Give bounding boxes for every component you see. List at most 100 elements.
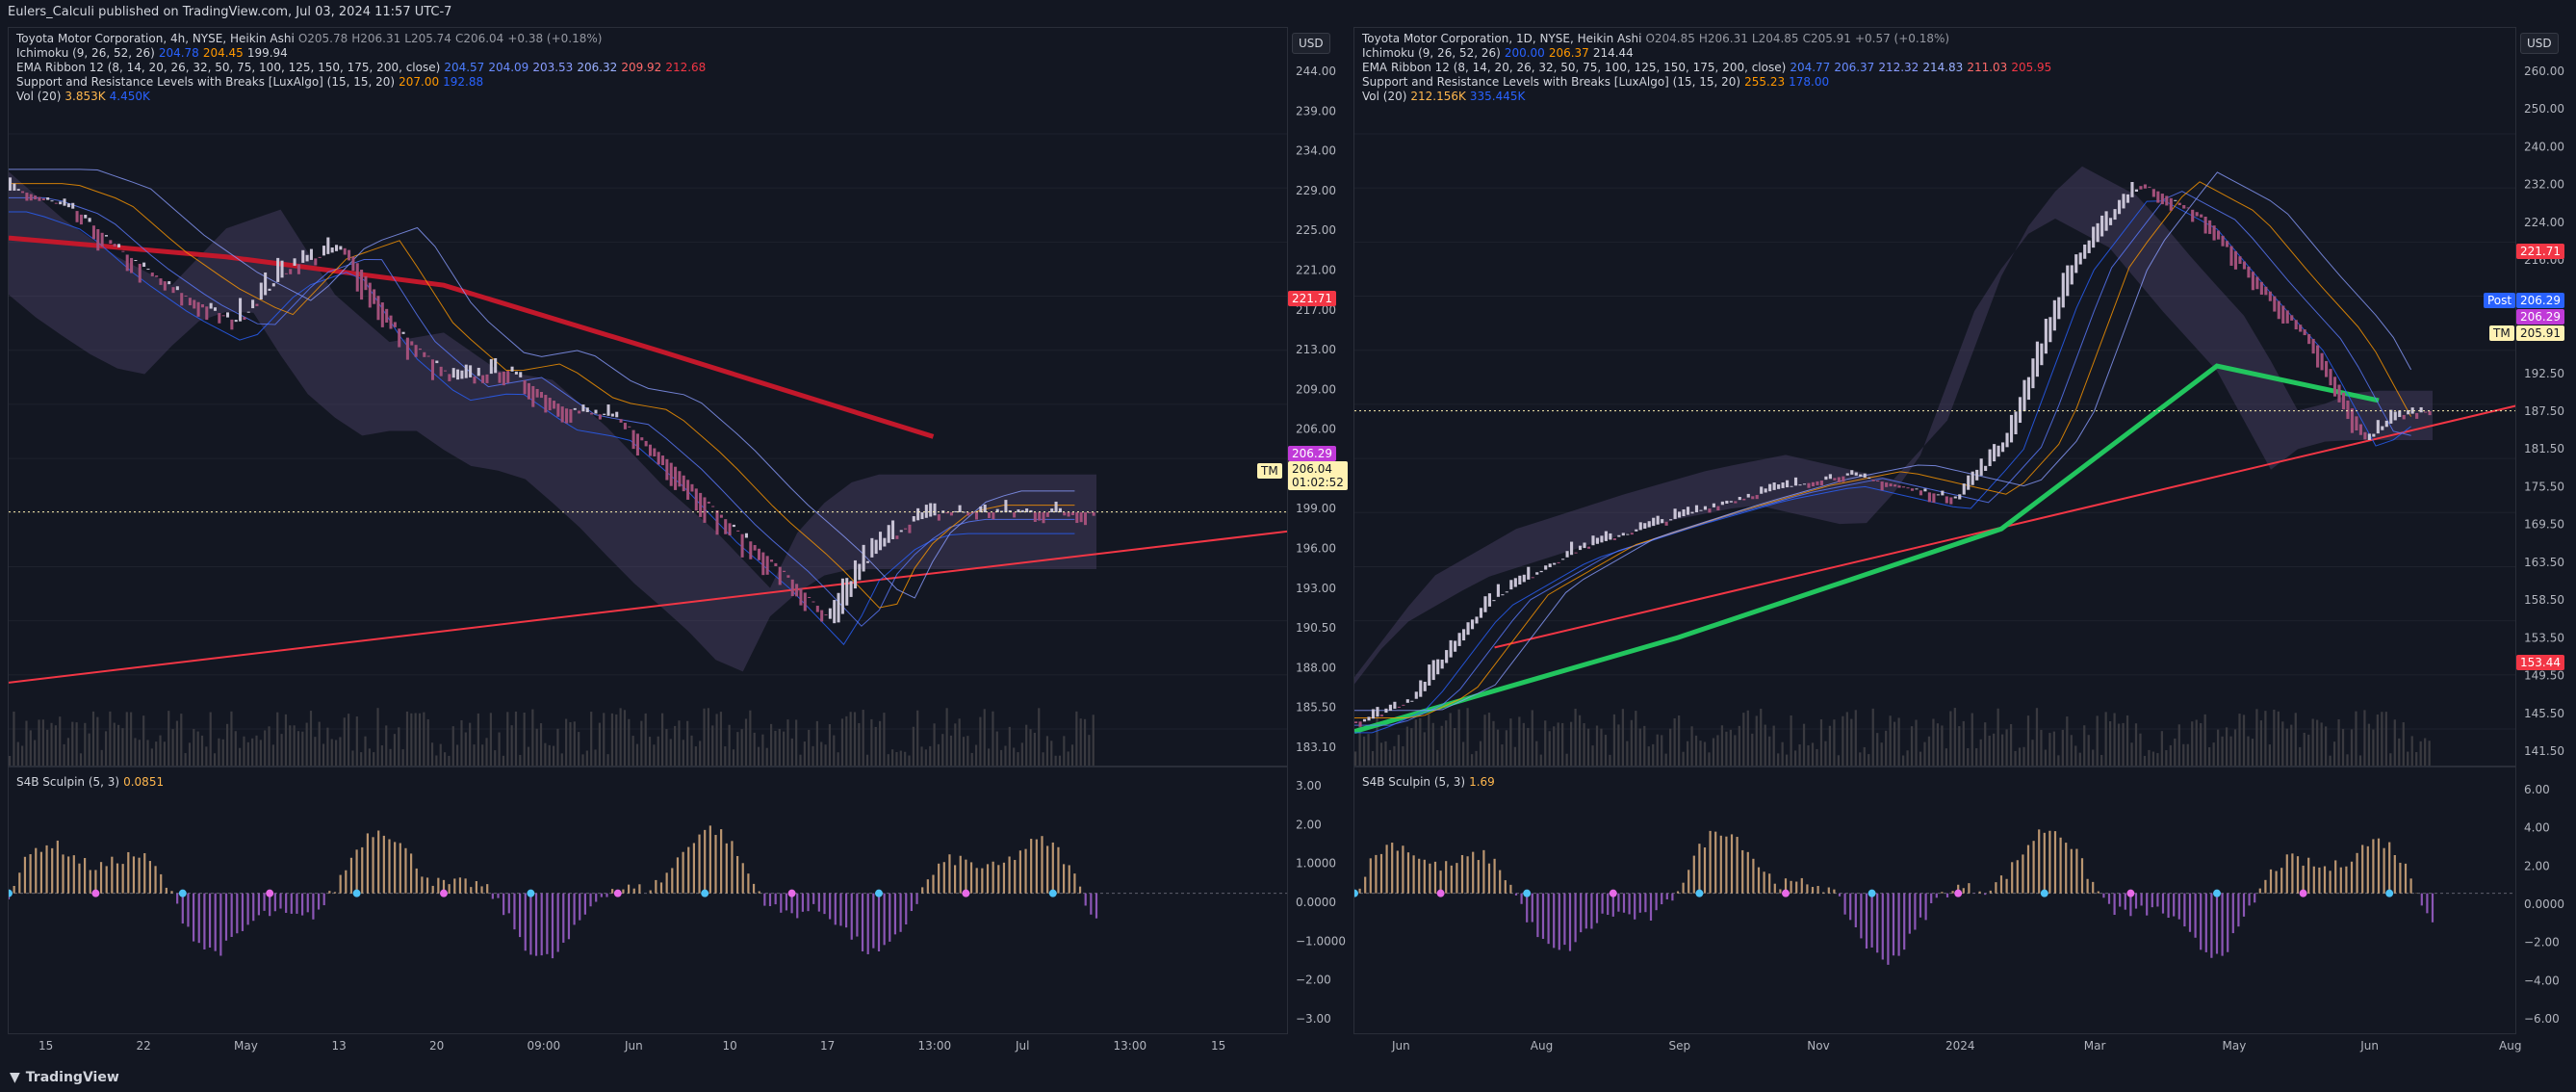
volume-bar [54,725,57,766]
volume-bar [1483,715,1486,766]
candle [1505,591,1508,593]
candle [175,286,179,291]
volume-bar [1850,718,1853,766]
volume-bar [1405,726,1408,766]
candle [753,545,757,551]
volume-bar [2200,722,2202,766]
candle [988,512,992,518]
candle [2156,191,2160,203]
volume-bar [75,722,78,766]
volume-bar [1008,726,1011,766]
candle [949,512,953,516]
candle [1522,574,1526,583]
candle [2350,408,2355,433]
volume-bar [2174,738,2177,766]
candle [635,433,639,456]
left-osc-chart[interactable] [9,767,1288,1034]
volume-bar [2048,733,2051,766]
tradingview-logo[interactable]: ▼ TradingView [10,1063,119,1092]
right-ichimoku-v2: 206.37 [1548,46,1589,60]
left-snr-v1: 207.00 [399,75,440,89]
candle [899,530,903,533]
candle [1004,500,1008,513]
left-time-axis[interactable]: 15 22 May 13 20 09:00 Jun 10 17 13:00 Jul 13:00 15 [0,1034,1288,1057]
volume-bar [1967,747,1970,766]
volume-bar [1419,717,1422,766]
volume-bar [908,755,911,766]
candle [933,503,937,516]
candle [1070,512,1074,516]
right-ema-v5: 205.95 [2011,61,2052,74]
volume-bar [962,737,966,766]
candle [2177,202,2181,206]
candle [1557,561,1560,563]
volume-bar [2402,722,2405,766]
volume-bar [1682,751,1685,766]
volume-bar [293,725,296,766]
volume-bar [770,723,773,766]
candle [2376,420,2380,434]
volume-bar [828,724,832,766]
price-tick-label: 260.00 [2524,65,2564,78]
candle [88,218,91,222]
left-price-axis[interactable]: 244.00239.00234.00229.00225.00221.00217.… [1288,27,1346,767]
volume-bar [2160,731,2163,766]
volume-bar [1746,710,1749,766]
volume-bar [2358,755,2362,766]
volume-bar [1793,750,1797,766]
volume-bar [2299,746,2302,766]
volume-bar [209,712,212,766]
right-osc-chart[interactable] [1354,767,2516,1034]
volume-bar [2031,740,2034,766]
candle [368,282,372,308]
volume-bar [837,752,839,766]
left-price-pane[interactable]: Toyota Motor Corporation, 4h, NYSE, Heik… [8,27,1288,767]
right-time-axis[interactable]: Jun Aug Sep Nov 2024 Mar May Jun Aug [1353,1034,2576,1057]
right-price-chart[interactable] [1354,28,2516,767]
candle [1054,501,1058,513]
volume-bar [849,712,852,766]
right-osc-label: S4B Sculpin (5, 3) [1362,775,1466,789]
volume-bar [1583,723,1585,766]
candle [171,287,175,294]
candle [887,525,890,543]
candle [477,367,480,377]
right-price-pane[interactable]: Toyota Motor Corporation, 1D, NYSE, Heik… [1353,27,2516,767]
right-vol-v1: 212.156K [1410,90,1466,103]
volume-bar [1988,735,1991,766]
candle [895,535,899,539]
candle [2316,345,2320,368]
candle [50,200,54,202]
volume-bar [2381,712,2383,766]
volume-bar [1033,732,1036,766]
volume-bar [2148,749,2151,766]
osc-signal-dot [1523,889,1532,897]
volume-bar [783,731,786,766]
right-osc-axis[interactable]: 6.00 4.00 2.00 0.0000 −2.00 −4.00 −6.00 [2516,767,2576,1034]
volume-bar [840,718,844,766]
left-osc-pane[interactable]: S4B Sculpin (5, 3) 0.0851 [8,767,1288,1034]
candle [774,562,778,567]
volume-bar [845,715,848,766]
candle [1686,507,1690,515]
volume-bar [1893,721,1896,766]
left-badge-last: 206.04 01:02:52 [1288,461,1348,490]
volume-bar [134,738,137,766]
volume-bar [163,741,166,766]
candle [1079,512,1083,523]
candle [1487,593,1492,607]
candle [790,579,794,596]
time-tick-label: 20 [429,1039,444,1053]
candle [205,306,209,321]
right-osc-pane[interactable]: S4B Sculpin (5, 3) 1.69 [1353,767,2516,1034]
volume-bar [833,735,836,766]
time-tick-label: 10 [723,1039,737,1053]
volume-bar [803,741,806,766]
osc-signal-dot [787,889,796,897]
left-osc-axis[interactable]: 3.00 2.00 1.0000 0.0000 −1.0000 −2.00 −3.00 [1288,767,1346,1034]
volume-bar [1522,722,1525,766]
candle [439,366,443,377]
volume-bar [469,722,472,766]
candle [2109,218,2113,225]
left-price-chart[interactable] [9,28,1288,767]
